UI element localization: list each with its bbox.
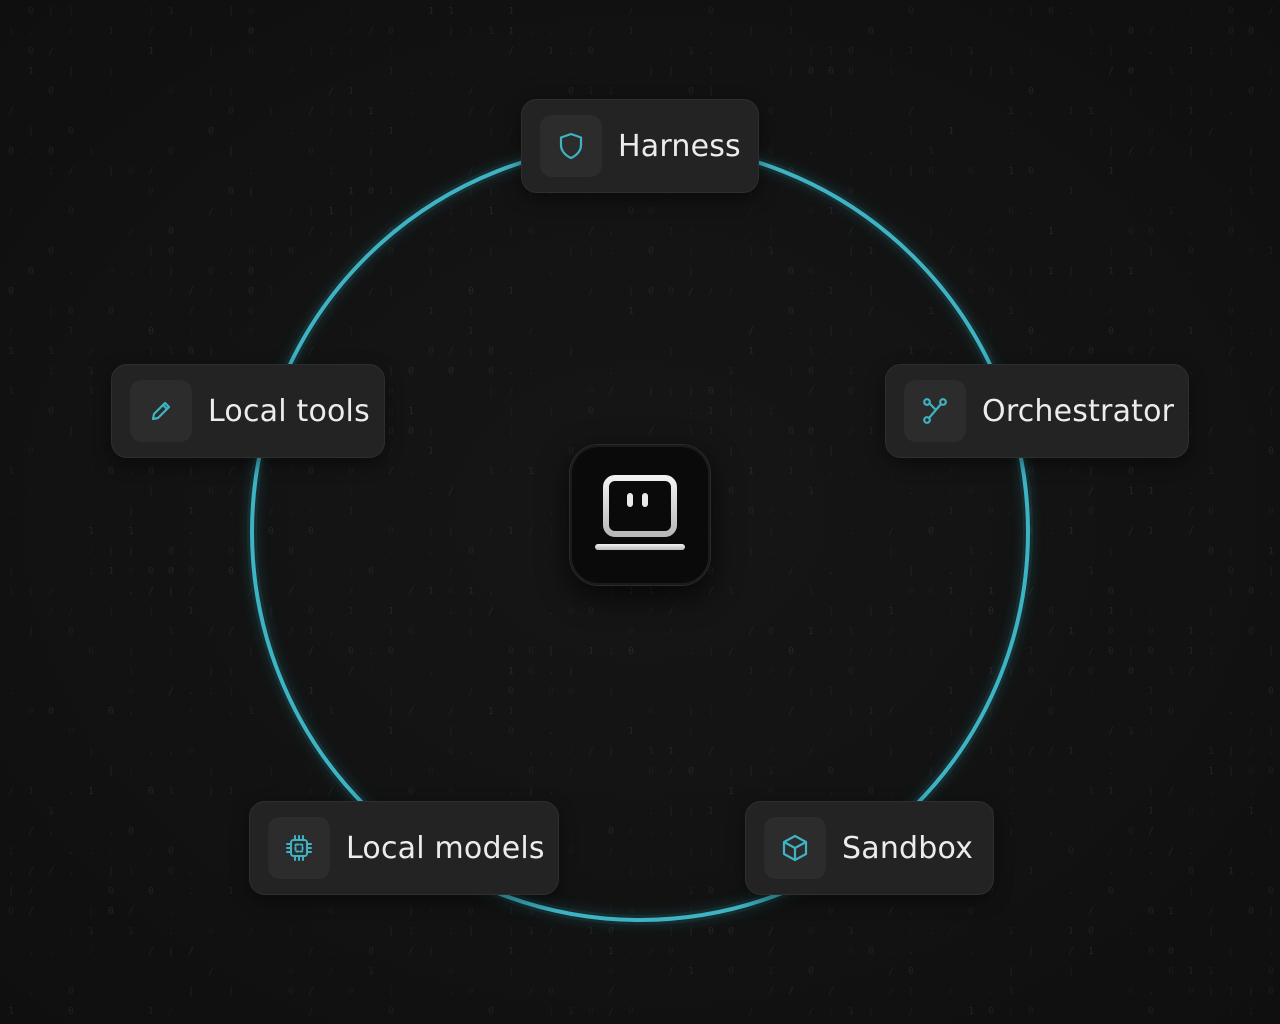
node-local-models-label: Local models [346,830,545,866]
node-local-tools-label: Local tools [208,393,370,429]
chip-icon [286,835,312,861]
shield-icon [559,132,583,160]
pencil-icon [151,401,171,421]
node-local-tools: Local tools [111,364,385,458]
branch-icon [923,398,947,424]
node-local-tools-icon-box [130,380,192,442]
node-orchestrator: Orchestrator [885,364,1189,458]
cube-icon [782,834,808,862]
node-sandbox: Sandbox [745,801,994,895]
node-harness-label: Harness [618,128,741,164]
node-local-models: Local models [249,801,559,895]
laptop-face-icon [595,475,685,550]
node-sandbox-label: Sandbox [842,830,974,866]
node-orchestrator-label: Orchestrator [982,393,1175,429]
node-local-models-icon-box [268,817,330,879]
node-harness-icon-box [540,115,602,177]
node-harness: Harness [521,99,759,193]
node-sandbox-icon-box [764,817,826,879]
diagram-canvas: 1/0/0/111.|1./1.|0110.01|.00/||01////..|… [0,0,1280,1024]
center-hub [569,444,711,586]
node-orchestrator-icon-box [904,380,966,442]
